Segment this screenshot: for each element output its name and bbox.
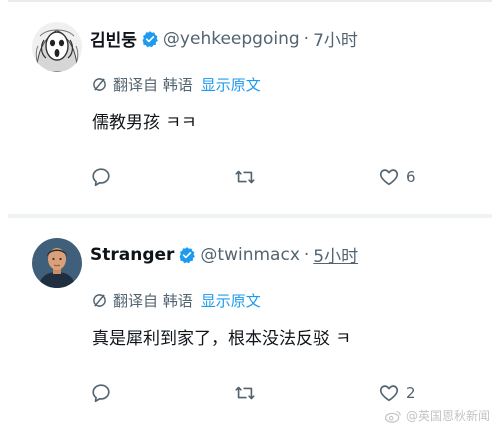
- avatar[interactable]: [32, 238, 82, 288]
- top-border: [8, 0, 492, 2]
- like-button[interactable]: 2: [378, 382, 416, 404]
- translation-info: 翻译自 韩语 显示原文: [92, 74, 261, 95]
- avatar[interactable]: [32, 22, 82, 72]
- user-handle[interactable]: @yehkeepgoing: [163, 29, 300, 49]
- translation-info: 翻译自 韩语 显示原文: [92, 290, 261, 311]
- show-original-link[interactable]: 显示原文: [201, 74, 261, 95]
- tweet-header: Stranger @twinmacx · 5小时: [90, 242, 358, 268]
- user-handle[interactable]: @twinmacx: [200, 245, 299, 265]
- verified-badge-icon: [179, 246, 196, 263]
- timestamp[interactable]: 7小时: [313, 26, 358, 51]
- translate-icon: [93, 294, 106, 307]
- tweet-header: 김빈둥 @yehkeepgoing · 7小时: [90, 26, 358, 52]
- watermark-text: @英国恩秋新闻: [405, 409, 490, 423]
- like-button[interactable]: 6: [378, 166, 416, 188]
- like-count: 2: [406, 384, 416, 402]
- reply-button[interactable]: [90, 382, 118, 404]
- tweet-text: 儒教男孩 ㅋㅋ: [92, 113, 197, 133]
- separator-dot: ·: [303, 244, 310, 265]
- separator-dot: ·: [303, 28, 310, 49]
- translated-from-label: 翻译自 韩语: [113, 292, 193, 310]
- show-original-link[interactable]: 显示原文: [201, 290, 261, 311]
- tweet-actions: 6: [90, 166, 470, 196]
- weibo-watermark: @英国恩秋新闻: [384, 407, 490, 424]
- retweet-button[interactable]: [234, 166, 262, 188]
- tweet-text: 真是犀利到家了，根本没法反驳 ㅋ: [92, 329, 352, 349]
- display-name[interactable]: 김빈둥: [90, 26, 137, 51]
- like-count: 6: [406, 168, 416, 186]
- retweet-button[interactable]: [234, 382, 262, 404]
- verified-badge-icon: [142, 30, 158, 47]
- display-name[interactable]: Stranger: [90, 245, 174, 265]
- tweet-divider: [8, 214, 492, 218]
- tweet-card[interactable]: 김빈둥 @yehkeepgoing · 7小时 翻译自 韩语 显示原文 儒教男孩…: [8, 4, 492, 214]
- translate-icon: [93, 78, 106, 91]
- retweet-icon: [235, 170, 255, 184]
- reply-button[interactable]: [90, 166, 118, 188]
- timestamp[interactable]: 5小时: [313, 242, 358, 267]
- translated-from-label: 翻译自 韩语: [113, 76, 193, 94]
- weibo-logo-icon: [384, 410, 401, 423]
- reply-icon: [92, 168, 110, 187]
- heart-icon: [379, 385, 399, 402]
- reply-icon: [92, 384, 110, 403]
- heart-icon: [379, 169, 399, 186]
- retweet-icon: [235, 386, 255, 400]
